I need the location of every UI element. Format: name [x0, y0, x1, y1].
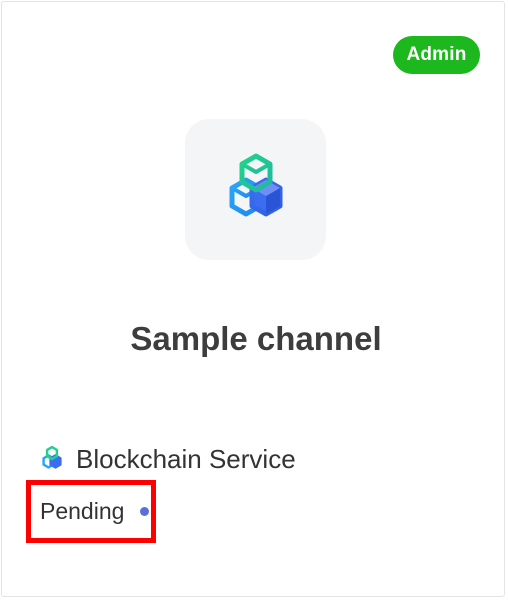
status-label: Pending	[40, 498, 125, 524]
channel-icon-tile	[185, 119, 326, 260]
channel-card[interactable]: Admin Sample channel Blockchain Service …	[1, 1, 505, 597]
channel-title[interactable]: Sample channel	[2, 320, 508, 358]
service-label: Blockchain Service	[76, 443, 296, 474]
status-indicator-dot	[140, 507, 150, 516]
status-highlight: Pending	[26, 480, 156, 543]
service-row: Blockchain Service	[38, 442, 296, 476]
admin-badge: Admin	[393, 36, 480, 74]
blockchain-service-icon	[38, 445, 66, 473]
blockchain-cubes-icon	[229, 153, 282, 216]
